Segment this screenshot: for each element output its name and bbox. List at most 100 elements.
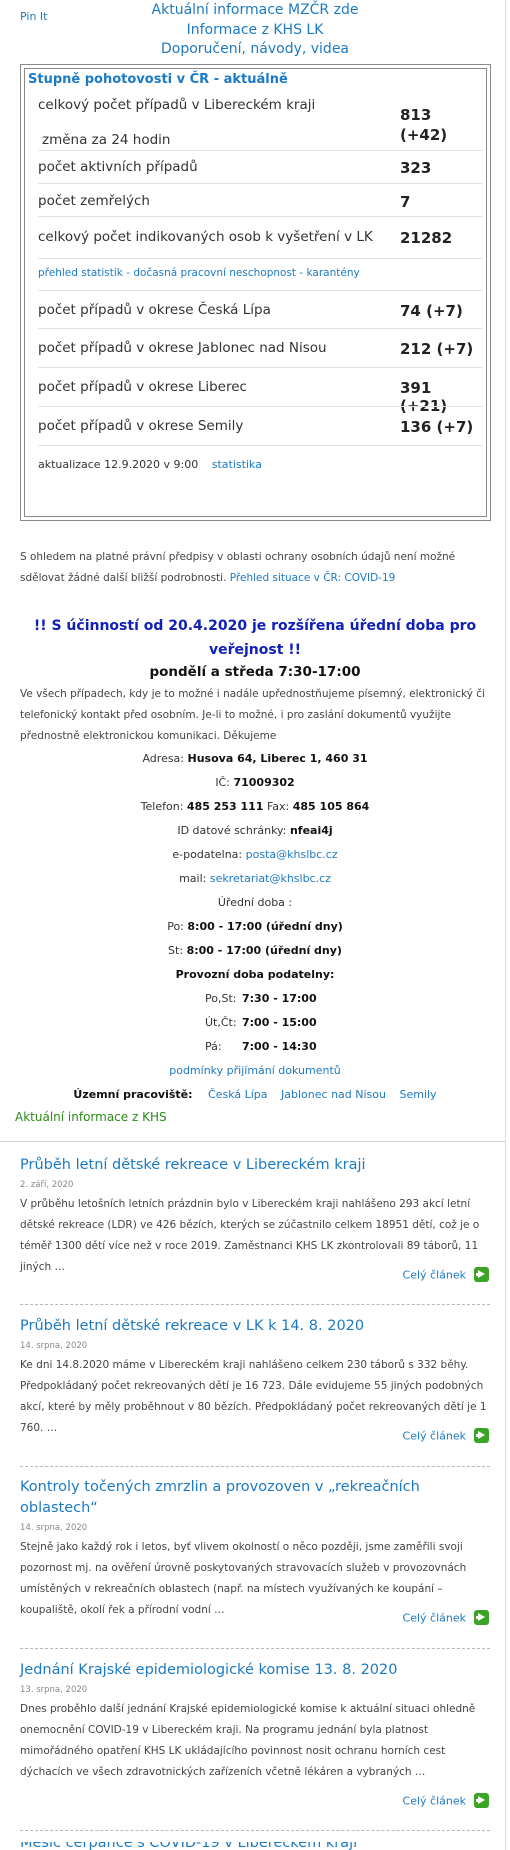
article-date: 2. září, 2020 <box>20 1180 74 1190</box>
filing-hours-row: Pá: 7:00 - 14:30 <box>20 1035 490 1059</box>
page-right-rule <box>505 0 506 1850</box>
epodatelna-email-link[interactable]: posta@khslbc.cz <box>246 848 338 861</box>
ic-value: 71009302 <box>233 776 295 789</box>
phone-value: 485 253 111 <box>186 800 264 813</box>
ic-label: IČ: <box>215 776 230 789</box>
khs-info-link[interactable]: Informace z KHS LK <box>187 22 324 38</box>
total-cases-row: celkový počet případů v Libereckém kraji… <box>38 87 483 150</box>
databox-line: ID datové schránky: nfeai4j <box>20 819 490 843</box>
header-links: Aktuální informace MZČR zde Informace z … <box>0 0 510 60</box>
update-row: aktualizace 12.9.2020 v 9:00 statistika <box>38 445 483 484</box>
article-excerpt: V průběhu letošních letních prázdnin byl… <box>20 1198 480 1273</box>
document-conditions-link[interactable]: podmínky přijímání dokumentů <box>169 1064 341 1077</box>
read-more-label: Celý článek <box>402 1429 466 1443</box>
status-box: Stupně pohotovosti v ČR - aktuálně celko… <box>20 64 491 521</box>
filing-time: 7:00 - 15:00 <box>242 1016 317 1029</box>
office-hours-line: pondělí a středa 7:30-17:00 <box>149 664 361 680</box>
stats-link-row: přehled statistik - dočasná pracovní nes… <box>38 258 483 291</box>
covid-overview-link[interactable]: Přehled situace v ČR: COVID-19 <box>230 572 396 584</box>
article-title-link[interactable]: Jednání Krajské epidemiologické komise 1… <box>20 1662 397 1678</box>
district-value: 212 (+7) <box>400 340 474 358</box>
district-row: počet případů v okrese Liberec 391 (+21) <box>38 367 483 415</box>
read-more-button[interactable]: Celý článek <box>403 1267 489 1283</box>
contact-note: Ve všech případech, kdy je to možné i na… <box>20 688 485 742</box>
filing-day: Út,Čt: <box>205 1016 237 1029</box>
filing-day: Pá: <box>205 1040 222 1053</box>
monday-hours-line: Po: 8:00 - 17:00 (úřední dny) <box>20 915 490 939</box>
district-label: počet případů v okrese Semily <box>38 418 244 434</box>
indicated-label: celkový počet indikovaných osob k vyšetř… <box>38 229 373 245</box>
ic-line: IČ: 71009302 <box>20 771 490 795</box>
news-article: Kontroly točených zmrzlin a provozoven v… <box>20 1476 490 1626</box>
status-title-link[interactable]: Stupně pohotovosti v ČR - aktuálně <box>28 72 288 87</box>
filing-hours-row: Po,St: 7:30 - 17:00 <box>20 987 490 1011</box>
arrow-right-icon <box>474 1610 489 1625</box>
article-date: 14. srpna, 2020 <box>20 1341 88 1351</box>
read-more-button[interactable]: Celý článek <box>402 1428 489 1444</box>
wednesday-hours-line: St: 8:00 - 17:00 (úřední dny) <box>20 939 490 963</box>
wednesday-hours: 8:00 - 17:00 (úřední dny) <box>186 944 342 957</box>
fax-value: 485 105 864 <box>292 800 370 813</box>
news-section-title: Aktuální informace z KHS <box>15 1110 167 1124</box>
filing-time: 7:30 - 17:00 <box>242 992 317 1005</box>
branch-ceska-lipa-link[interactable]: Česká Lípa <box>208 1088 268 1101</box>
news-section-divider <box>0 1141 505 1142</box>
article-title-link[interactable]: Průběh letní dětské rekreace v Liberecké… <box>20 1157 366 1173</box>
address-value: Husova 64, Liberec 1, 460 31 <box>187 752 368 765</box>
branch-jablonec-link[interactable]: Jablonec nad Nisou <box>281 1088 386 1101</box>
mail-line: mail: sekretariat@khslbc.cz <box>20 867 490 891</box>
change-24h-value: (+42) <box>400 126 448 144</box>
conditions-line: podmínky přijímání dokumentů <box>20 1059 490 1083</box>
arrow-right-icon <box>474 1793 489 1808</box>
article-title-link[interactable]: Kontroly točených zmrzlin a provozoven v… <box>20 1479 420 1516</box>
news-article: Průběh letní dětské rekreace v Liberecké… <box>20 1154 490 1284</box>
status-box-inner: Stupně pohotovosti v ČR - aktuálně celko… <box>24 68 487 517</box>
stats-overview-link[interactable]: přehled statistik - dočasná pracovní nes… <box>38 267 360 279</box>
read-more-button[interactable]: Celý článek <box>403 1610 489 1626</box>
secretariat-email-link[interactable]: sekretariat@khslbc.cz <box>210 872 331 885</box>
article-title-link[interactable]: Průběh letní dětské rekreace v LK k 14. … <box>20 1318 364 1334</box>
filing-day: Po,St: <box>205 992 237 1005</box>
office-headline: !! S účinností od 20.4.2020 je rozšířena… <box>33 618 477 658</box>
read-more-button[interactable]: Celý článek <box>402 1793 489 1809</box>
deaths-row: počet zemřelých 7 <box>38 183 483 217</box>
fax-label: Fax: <box>266 800 290 813</box>
article-divider <box>20 1648 490 1649</box>
news-article: Měsíc čerpance s COVID-19 v Libereckém k… <box>20 1842 490 1850</box>
address-line: Adresa: Husova 64, Liberec 1, 460 31 <box>20 747 490 771</box>
district-value: 74 (+7) <box>400 302 463 320</box>
update-label: aktualizace 12.9.2020 v 9:00 statistika <box>38 458 262 471</box>
phone-label: Telefon: <box>140 800 184 813</box>
recommendations-link[interactable]: Doporučení, návody, videa <box>161 41 349 57</box>
deaths-value: 7 <box>400 193 411 211</box>
news-article: Jednání Krajské epidemiologické komise 1… <box>20 1659 490 1809</box>
district-row: počet případů v okrese Česká Lípa 74 (+7… <box>38 290 483 329</box>
filing-hours-label: Provozní doba podatelny: <box>175 968 335 981</box>
article-divider <box>20 1304 490 1305</box>
office-info: !! S účinností od 20.4.2020 je rozšířena… <box>20 614 490 1107</box>
epodatelna-label: e-podatelna: <box>172 848 243 861</box>
article-divider <box>20 1830 490 1831</box>
read-more-label: Celý článek <box>402 1794 466 1808</box>
statistics-link[interactable]: statistika <box>212 458 262 471</box>
databox-value: nfeai4j <box>289 824 333 837</box>
article-title-link[interactable]: Měsíc čerpance s COVID-19 v Libereckém k… <box>20 1842 357 1850</box>
monday-label: Po: <box>167 920 184 933</box>
privacy-note: S ohledem na platné právní předpisy v ob… <box>20 547 480 589</box>
phone-line: Telefon: 485 253 111 Fax: 485 105 864 <box>20 795 490 819</box>
indicated-row: celkový počet indikovaných osob k vyšetř… <box>38 216 483 259</box>
wednesday-label: St: <box>168 944 184 957</box>
total-cases-label: celkový počet případů v Libereckém kraji <box>38 97 316 113</box>
active-cases-row: počet aktivních případů 323 <box>38 150 483 184</box>
monday-hours: 8:00 - 17:00 (úřední dny) <box>187 920 343 933</box>
district-label: počet případů v okrese Jablonec nad Niso… <box>38 340 327 356</box>
article-date: 14. srpna, 2020 <box>20 1523 88 1533</box>
district-label: počet případů v okrese Liberec <box>38 379 247 395</box>
district-label: počet případů v okrese Česká Lípa <box>38 302 271 318</box>
filing-hours-title: Provozní doba podatelny: <box>20 963 490 987</box>
mzcr-info-link[interactable]: Aktuální informace MZČR zde <box>152 2 359 18</box>
filing-time: 7:00 - 14:30 <box>242 1040 317 1053</box>
epodatelna-line: e-podatelna: posta@khslbc.cz <box>20 843 490 867</box>
branch-semily-link[interactable]: Semily <box>399 1088 436 1101</box>
arrow-right-icon <box>474 1428 489 1443</box>
